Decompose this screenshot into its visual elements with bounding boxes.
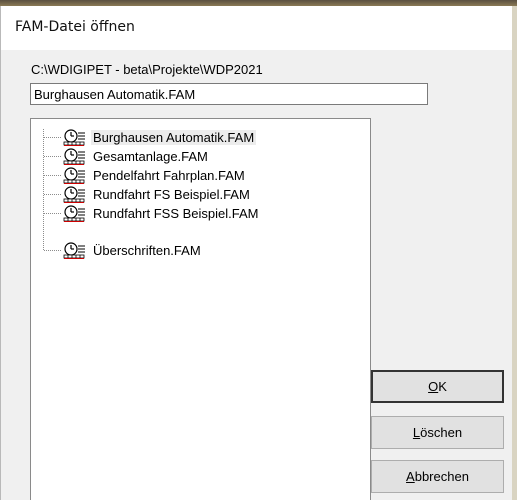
tree-item[interactable]: Rundfahrt FSS Beispiel.FAM — [62, 205, 260, 222]
tree-item[interactable]: Gesamtanlage.FAM — [62, 148, 210, 165]
clock-timetable-icon — [62, 242, 86, 259]
ok-button-label: K — [438, 379, 447, 394]
tree-item-label: Burghausen Automatik.FAM — [91, 130, 257, 145]
file-tree-view[interactable]: Burghausen Automatik.FAM Gesamtanlage.FA… — [30, 118, 371, 500]
ok-button-accel: O — [428, 379, 439, 394]
tree-item-label: Überschriften.FAM — [93, 243, 201, 258]
cancel-button-label: bbrechen — [414, 469, 469, 484]
filename-input[interactable] — [30, 83, 428, 105]
tree-item[interactable]: Überschriften.FAM — [62, 242, 203, 259]
dialog-title: FAM-Datei öffnen — [15, 19, 135, 35]
title-bar[interactable]: FAM-Datei öffnen — [1, 6, 512, 50]
tree-item[interactable]: Burghausen Automatik.FAM — [62, 129, 257, 146]
clock-timetable-icon — [62, 205, 86, 222]
clock-timetable-icon — [62, 186, 86, 203]
clock-timetable-icon — [62, 167, 86, 184]
tree-item-label: Gesamtanlage.FAM — [93, 149, 208, 164]
current-path-label: C:\WDIGIPET - beta\Projekte\WDP2021 — [31, 62, 263, 77]
cancel-button-accel: A — [406, 469, 415, 484]
tree-item[interactable]: Rundfahrt FS Beispiel.FAM — [62, 186, 252, 203]
open-fam-file-dialog: FAM-Datei öffnen C:\WDIGIPET - beta\Proj… — [0, 6, 512, 500]
ok-button[interactable]: OK — [371, 370, 504, 403]
cancel-button[interactable]: Abbrechen — [371, 460, 504, 493]
tree-item-label: Rundfahrt FSS Beispiel.FAM — [93, 206, 259, 221]
delete-button[interactable]: Löschen — [371, 416, 504, 449]
tree-item-label: Pendelfahrt Fahrplan.FAM — [93, 168, 245, 183]
clock-timetable-icon — [62, 148, 86, 165]
clock-timetable-icon — [62, 129, 86, 146]
tree-item[interactable]: Pendelfahrt Fahrplan.FAM — [62, 167, 247, 184]
delete-button-label: öschen — [420, 425, 463, 440]
tree-item-label: Rundfahrt FS Beispiel.FAM — [93, 187, 250, 202]
